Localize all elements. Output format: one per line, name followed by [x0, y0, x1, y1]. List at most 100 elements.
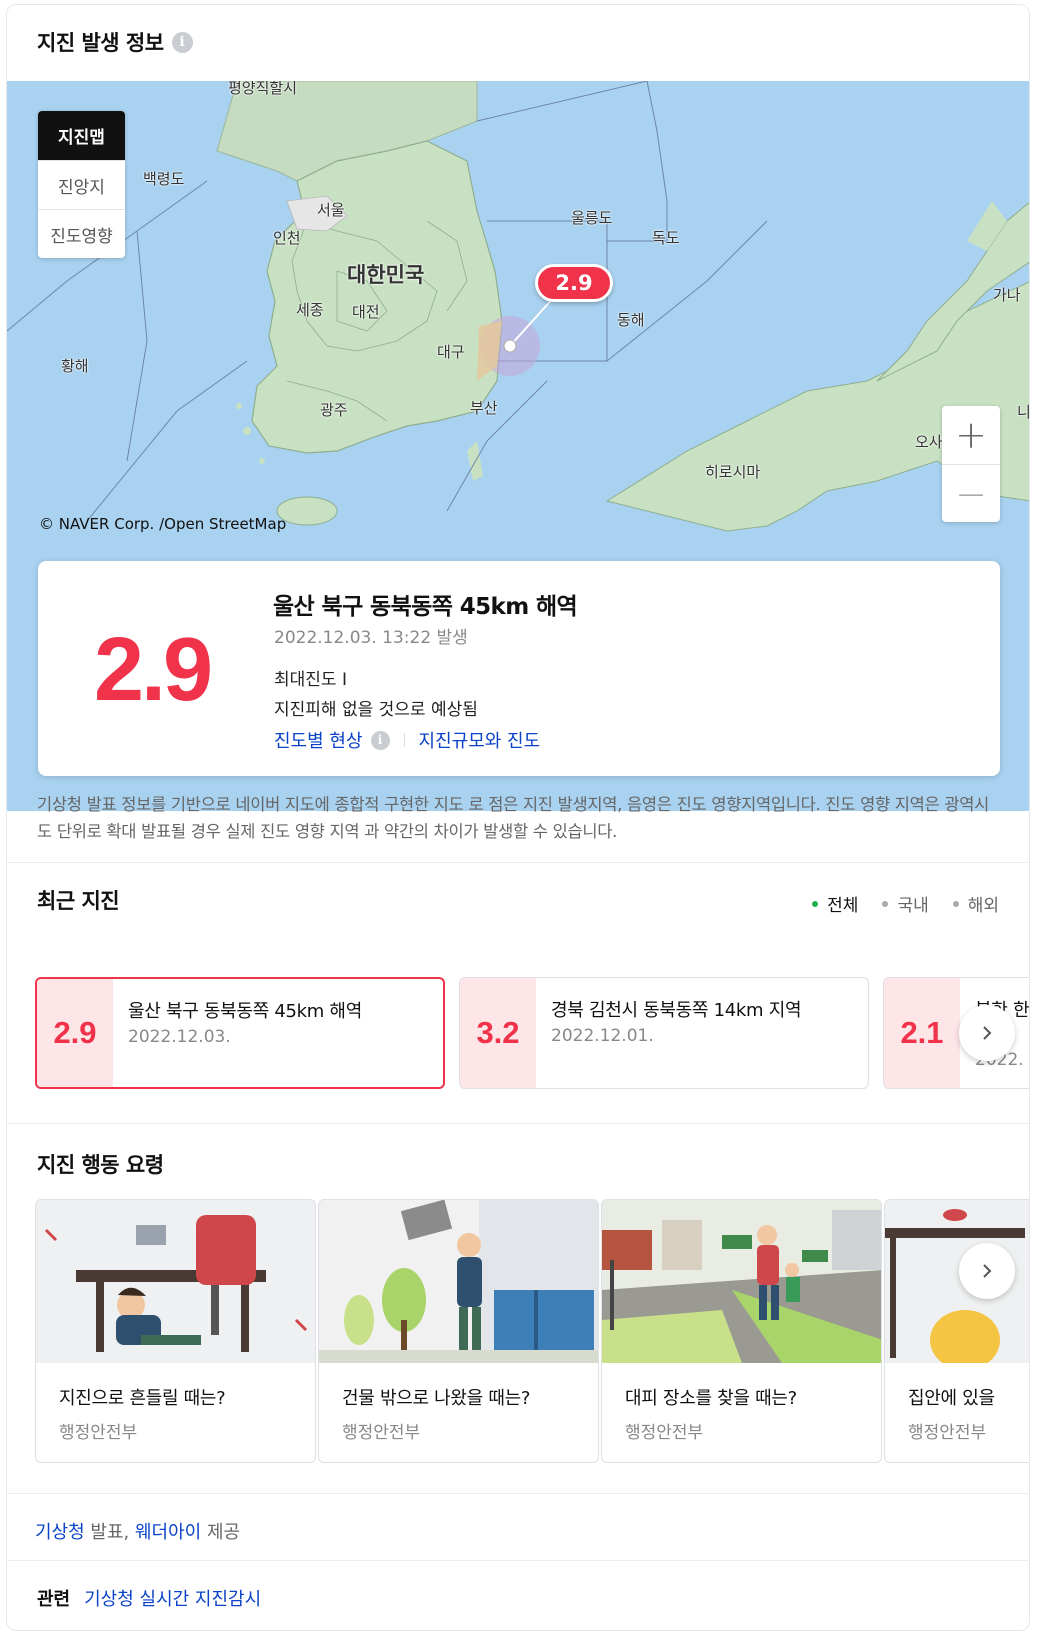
provider-kma-link[interactable]: 기상청 [35, 1522, 85, 1543]
divider [7, 862, 1029, 863]
info-icon[interactable]: i [171, 31, 193, 53]
guide-illustration [319, 1200, 598, 1363]
outside-building-illustration [319, 1200, 598, 1363]
tab-earthquake-map[interactable]: 지진맵 [38, 111, 125, 160]
recent-location: 울산 북구 동북동쪽 45km 해역 [128, 1001, 362, 1022]
guide-illustration [602, 1200, 881, 1363]
intensity-phenomena-link[interactable]: 진도별 현상 [274, 727, 363, 753]
guide-card[interactable]: 지진으로 흔들릴 때는? 행정안전부 [35, 1199, 316, 1463]
map-label-country: 대한민국 [347, 263, 425, 287]
guide-title: 지진으로 흔들릴 때는? [59, 1388, 226, 1409]
guide-title: 건물 밖으로 나왔을 때는? [342, 1388, 531, 1409]
divider [7, 1560, 1029, 1561]
guide-title: 대피 장소를 찾을 때는? [625, 1388, 797, 1409]
guide-card[interactable]: 집안에 있을 행정안전부 [884, 1199, 1029, 1463]
guide-title: 집안에 있을 [908, 1388, 995, 1409]
link-separator [403, 733, 405, 747]
guide-source: 행정안전부 [342, 1423, 421, 1443]
recent-magnitude: 2.9 [37, 979, 113, 1087]
status-dot [882, 900, 889, 907]
guide-card[interactable]: 대피 장소를 찾을 때는? 행정안전부 [601, 1199, 882, 1463]
map-label-pyongyang: 평양직할시 [228, 81, 298, 97]
magnitude-value: 2.9 [94, 620, 213, 720]
map-tab-group: 지진맵 진앙지 진도영향 [38, 111, 125, 258]
related-realtime-monitor-link[interactable]: 기상청 실시간 지진감시 [84, 1585, 261, 1611]
guide-source: 행정안전부 [908, 1423, 987, 1443]
divider [7, 1493, 1029, 1494]
filter-overseas[interactable]: 해외 [952, 891, 999, 916]
map-label-baengnyeong: 백령도 [143, 170, 185, 188]
zoom-out-button[interactable]: − [942, 464, 1000, 522]
info-icon[interactable]: i [370, 730, 390, 750]
header: 지진 발생 정보 i [37, 27, 193, 57]
map-label-dokdo: 독도 [652, 229, 680, 247]
earthquake-map[interactable]: 평양직할시 백령도 서울 인천 대한민국 세종 대전 대구 광주 부산 황해 동… [7, 81, 1030, 811]
recent-quake-list: 2.9 울산 북구 동북동쪽 45km 해역 2022.12.03. 3.2 경… [35, 977, 1029, 1089]
map-label-sejong: 세종 [296, 301, 324, 319]
map-description: 기상청 발표 정보를 기반으로 네이버 지도에 종합적 구현한 지도 로 점은 … [37, 795, 990, 841]
map-label-ulleungdo: 울릉도 [571, 209, 613, 227]
chevron-right-icon [983, 1026, 992, 1040]
recent-date: 2022.12.03. [128, 1027, 231, 1047]
recent-quake-item[interactable]: 3.2 경북 김천시 동북동쪽 14km 지역 2022.12.01. [459, 977, 869, 1089]
quake-time: 2022.12.03. 13:22 발생 [274, 628, 468, 648]
action-guide-title: 지진 행동 요령 [37, 1153, 164, 1177]
map-label-hiroshima: 히로시마 [705, 463, 761, 481]
earthquake-info-card: 지진 발생 정보 i 평양직할시 백령도 서울 인천 대한민국 세종 대전 대구… [6, 4, 1030, 1631]
recent-quake-item[interactable]: 2.9 울산 북구 동북동쪽 45km 해역 2022.12.03. [35, 977, 445, 1089]
quake-location: 울산 북구 동북동쪽 45km 해역 [273, 594, 578, 620]
status-dot [952, 900, 959, 907]
recent-magnitude: 2.1 [884, 978, 960, 1088]
recent-magnitude: 3.2 [460, 978, 536, 1088]
related-links: 관련 기상청 실시간 지진감시 [37, 1585, 261, 1611]
map-label-daegu: 대구 [437, 343, 465, 361]
filter-label: 국내 [897, 896, 929, 916]
divider [7, 1123, 1029, 1124]
data-provider-line: 기상청 발표, 웨더아이 제공 [35, 1518, 240, 1544]
earthquake-detail-card: 2.9 울산 북구 동북동쪽 45km 해역 2022.12.03. 13:22… [38, 561, 1000, 776]
filter-domestic[interactable]: 국내 [882, 891, 929, 916]
guide-illustration [36, 1200, 315, 1363]
tab-intensity-impact[interactable]: 진도영향 [38, 209, 125, 258]
guide-source: 행정안전부 [59, 1423, 138, 1443]
chevron-right-icon [983, 1264, 992, 1278]
status-dot [812, 900, 819, 907]
zoom-in-button[interactable]: + [942, 406, 1000, 464]
map-label-daejeon: 대전 [352, 303, 380, 321]
quake-links: 진도별 현상 i 지진규모와 진도 [274, 727, 540, 753]
map-label-kana: 가나 [993, 286, 1021, 304]
map-label-osa: 오사 [915, 433, 943, 451]
map-label-seoul: 서울 [317, 201, 345, 219]
provider-suffix: 발표, [84, 1522, 135, 1543]
recent-date: 2022.12.01. [551, 1026, 654, 1046]
map-label-yellow-sea: 황해 [61, 357, 89, 375]
magnitude-intensity-link[interactable]: 지진규모와 진도 [419, 727, 541, 753]
filter-label: 해외 [967, 896, 999, 916]
guide-next-button[interactable] [959, 1243, 1015, 1299]
filter-label: 전체 [827, 896, 859, 916]
evacuation-site-illustration [602, 1200, 881, 1363]
epicenter-magnitude-marker[interactable]: 2.9 [535, 264, 613, 302]
max-intensity: 최대진도 I [274, 670, 347, 690]
filter-all[interactable]: 전체 [812, 891, 858, 916]
map-label-oni: 니 [1017, 403, 1030, 421]
related-label: 관련 [37, 1589, 71, 1610]
map-label-east-sea: 동해 [617, 311, 645, 329]
tab-epicenter[interactable]: 진앙지 [38, 160, 125, 209]
zoom-control: + − [942, 406, 1000, 522]
guide-source: 행정안전부 [625, 1423, 704, 1443]
recent-location: 경북 김천시 동북동쪽 14km 지역 [551, 1000, 802, 1021]
guide-card[interactable]: 건물 밖으로 나왔을 때는? 행정안전부 [318, 1199, 599, 1463]
map-copyright: © NAVER Corp. /Open StreetMap [39, 515, 287, 533]
recent-filter-group: 전체 국내 해외 [812, 891, 999, 916]
provider-weatheri-link[interactable]: 웨더아이 [135, 1522, 201, 1543]
map-label-incheon: 인천 [273, 229, 301, 247]
map-label-busan: 부산 [470, 399, 498, 417]
recent-quakes-title: 최근 지진 [37, 889, 120, 913]
provider-suffix: 제공 [201, 1522, 241, 1543]
under-desk-illustration [36, 1200, 315, 1363]
damage-estimate: 지진피해 없을 것으로 예상됨 [274, 700, 478, 720]
action-guide-list: 지진으로 흔들릴 때는? 행정안전부 건물 밖으로 나왔을 때는? 행정안전부 … [35, 1199, 1029, 1463]
recent-next-button[interactable] [959, 1005, 1015, 1061]
map-label-gwangju: 광주 [320, 401, 348, 419]
